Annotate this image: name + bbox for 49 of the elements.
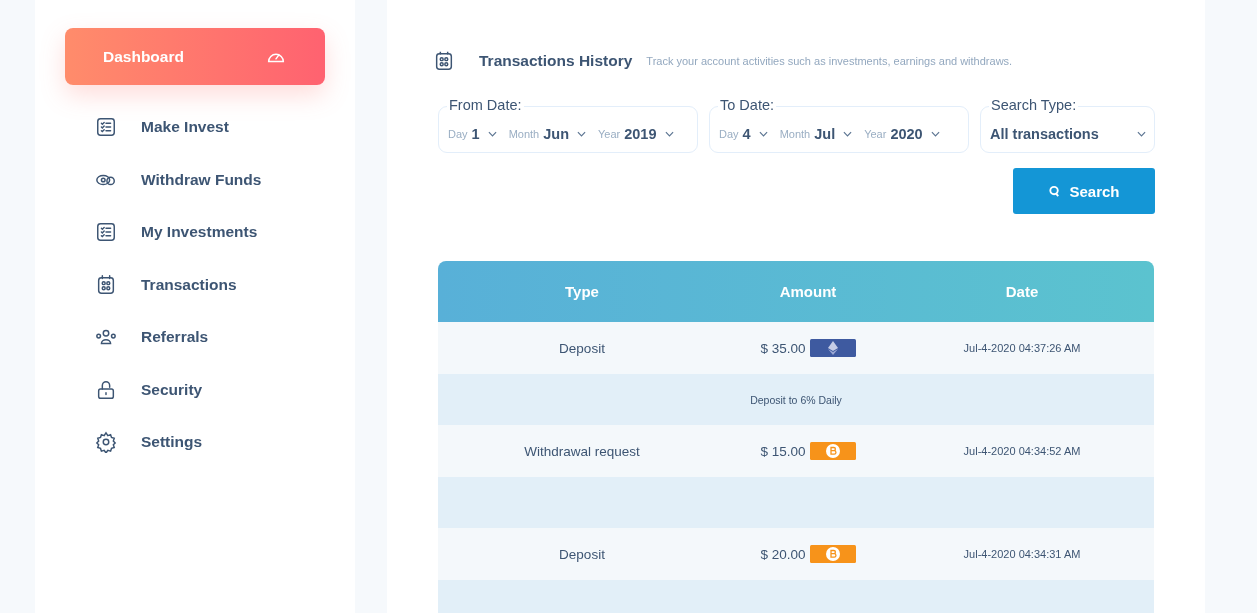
lock-icon xyxy=(95,378,117,401)
amount-cell: $ 20.00 xyxy=(760,546,806,562)
nav-item[interactable]: Referrals xyxy=(95,311,355,364)
type-cell-text: Deposit xyxy=(558,546,606,562)
date-dropdown[interactable]: Day 4 xyxy=(719,125,768,142)
type-dropdown[interactable]: All transactions xyxy=(990,125,1146,142)
settings-icon xyxy=(95,431,117,454)
date-cell-text: Jul-4-2020 04:37:26 AM xyxy=(962,342,1082,354)
date-dropdown[interactable]: Day 1 xyxy=(448,125,497,142)
search-icon xyxy=(1048,184,1062,198)
chevron-icon xyxy=(843,130,853,137)
filter-label: From Date: xyxy=(447,97,524,113)
column-header: Type xyxy=(564,283,600,300)
amount-cell: $ 15.00 xyxy=(760,443,806,459)
filter-label: Search Type: xyxy=(989,97,1079,113)
type-cell-text: Deposit xyxy=(558,340,606,356)
checklist-icon xyxy=(95,221,117,244)
chevron-icon xyxy=(664,130,674,137)
chevron-icon xyxy=(577,130,586,137)
date-cell-text: Jul-4-2020 04:34:52 AM xyxy=(962,445,1082,457)
ethereum-badge-icon xyxy=(809,339,856,357)
date-cell-text: Jul-4-2020 04:34:31 AM xyxy=(962,548,1082,560)
page-title: Transactions History xyxy=(479,52,633,70)
nav-item[interactable]: Withdraw Funds xyxy=(95,153,355,206)
chevron-icon xyxy=(1137,130,1146,137)
filter-label: To Date: xyxy=(718,97,776,113)
nav-item[interactable]: Security xyxy=(95,363,355,416)
checklist-icon xyxy=(95,116,117,139)
column-header: Amount xyxy=(778,283,838,300)
type-cell-text: Withdrawal request xyxy=(523,443,641,459)
chevron-icon xyxy=(758,130,768,137)
nav-item[interactable]: My Investments xyxy=(95,206,355,259)
date-dropdown[interactable]: Year 2020 xyxy=(864,125,940,142)
page-subtitle: Track your account activities such as investments, earnings and withdraws. xyxy=(646,55,1013,67)
nav-item[interactable]: Settings xyxy=(95,416,355,469)
date-dropdown[interactable]: Year 2019 xyxy=(598,125,674,142)
bitcoin-badge-icon xyxy=(809,545,856,563)
chevron-icon xyxy=(487,130,497,137)
calendar-icon xyxy=(433,50,455,72)
date-dropdown[interactable]: Month Jul xyxy=(779,125,853,142)
bitcoin-badge-icon xyxy=(809,442,856,460)
date-dropdown[interactable]: Month Jun xyxy=(508,125,586,142)
calendar-icon xyxy=(95,273,117,296)
detail-text: Deposit to 6% Daily xyxy=(750,393,842,406)
column-header: Date xyxy=(1004,283,1040,300)
amount-cell: $ 35.00 xyxy=(760,340,806,356)
nav-item[interactable]: Make Invest xyxy=(95,101,355,154)
nav-item[interactable]: Transactions xyxy=(95,258,355,311)
chevron-icon xyxy=(930,130,940,137)
